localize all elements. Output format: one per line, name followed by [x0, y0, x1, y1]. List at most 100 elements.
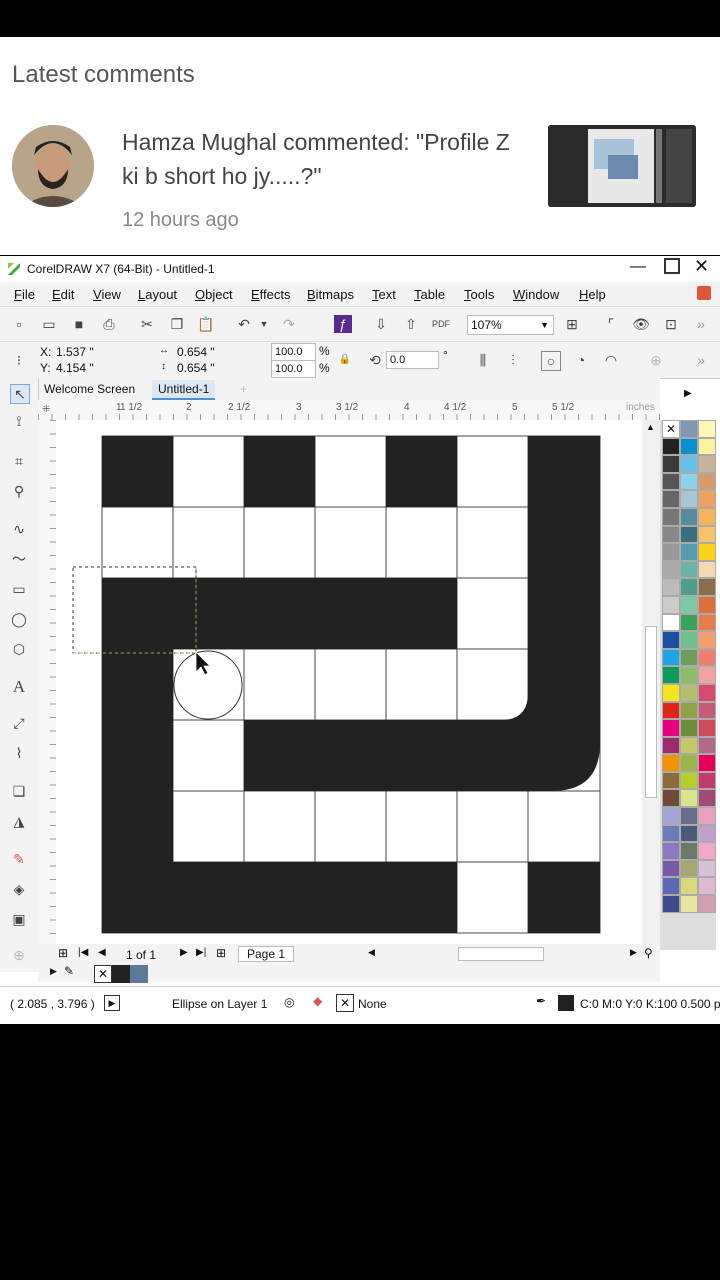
- transparency-tool-icon[interactable]: ◮: [10, 812, 28, 830]
- color-swatch[interactable]: [698, 824, 716, 843]
- color-swatch[interactable]: [698, 683, 716, 702]
- menu-edit[interactable]: Edit: [52, 287, 74, 302]
- color-swatch[interactable]: [680, 771, 698, 790]
- color-swatch[interactable]: [680, 490, 698, 508]
- color-swatch[interactable]: [698, 736, 716, 755]
- drop-shadow-icon[interactable]: ❏: [10, 782, 28, 800]
- undo-icon[interactable]: ↶: [235, 315, 253, 333]
- minimize-button[interactable]: —: [630, 258, 646, 276]
- import-icon[interactable]: ⇩: [372, 315, 390, 333]
- new-document-icon[interactable]: ▫: [10, 315, 28, 333]
- color-swatch[interactable]: [680, 420, 698, 438]
- menu-window[interactable]: Window: [513, 287, 559, 302]
- x-position-field[interactable]: 1.537 ": [56, 345, 94, 359]
- next-page-icon[interactable]: ▶: [180, 947, 188, 958]
- color-swatch[interactable]: [662, 472, 680, 491]
- menu-tools[interactable]: Tools: [464, 287, 494, 302]
- add-page-icon[interactable]: ⊞: [58, 946, 68, 960]
- export-icon[interactable]: ⇧: [402, 315, 420, 333]
- scale-height-field[interactable]: 100.0: [271, 360, 316, 378]
- show-rulers-icon[interactable]: ⌜: [602, 315, 620, 333]
- color-swatch[interactable]: [662, 895, 680, 913]
- color-swatch[interactable]: [680, 648, 698, 667]
- toolbar-overflow-icon[interactable]: »: [692, 351, 710, 369]
- polygon-tool-icon[interactable]: ⬡: [10, 640, 28, 658]
- color-swatch[interactable]: [680, 842, 698, 860]
- full-screen-preview-icon[interactable]: ⊞: [563, 315, 581, 333]
- zoom-tool-icon[interactable]: ⚲: [10, 482, 28, 500]
- color-swatch[interactable]: [662, 507, 680, 526]
- color-swatch[interactable]: [698, 578, 716, 596]
- color-swatch[interactable]: [680, 666, 698, 684]
- collapse-arrow-icon[interactable]: ▶: [684, 388, 692, 399]
- close-button[interactable]: ✕: [694, 256, 709, 277]
- menu-view[interactable]: View: [93, 287, 121, 302]
- color-swatch[interactable]: [698, 525, 716, 544]
- menu-file[interactable]: File: [14, 287, 35, 302]
- color-swatch[interactable]: [698, 543, 716, 561]
- menu-object[interactable]: Object: [195, 287, 233, 302]
- color-swatch[interactable]: [698, 771, 716, 790]
- slate-swatch[interactable]: [130, 965, 148, 983]
- color-swatch[interactable]: [662, 736, 680, 755]
- color-swatch[interactable]: [662, 683, 680, 702]
- arc-mode-icon[interactable]: ◠: [602, 351, 620, 369]
- no-color-swatch[interactable]: ✕: [662, 420, 680, 438]
- no-color-swatch[interactable]: ✕: [94, 965, 112, 983]
- color-swatch[interactable]: [698, 701, 716, 720]
- maximize-button[interactable]: [664, 258, 680, 274]
- color-swatch[interactable]: [662, 877, 680, 896]
- y-position-field[interactable]: 4.154 ": [56, 361, 94, 375]
- mirror-vertical-icon[interactable]: ⫶: [504, 351, 522, 369]
- scroll-up-icon[interactable]: ▲: [646, 422, 655, 432]
- width-field[interactable]: 0.654 ": [177, 345, 215, 359]
- copy-icon[interactable]: ❐: [168, 315, 186, 333]
- open-icon[interactable]: ▭: [40, 315, 58, 333]
- color-swatch[interactable]: [698, 666, 716, 684]
- comment-text[interactable]: Hamza Mughal commented: "Profile Z ki b …: [122, 125, 522, 193]
- color-swatch[interactable]: [698, 648, 716, 667]
- color-swatch[interactable]: [698, 754, 716, 772]
- color-swatch[interactable]: [698, 437, 716, 456]
- add-preset-icon[interactable]: ⊕: [647, 351, 665, 369]
- color-swatch[interactable]: [680, 507, 698, 526]
- color-swatch[interactable]: [662, 578, 680, 596]
- snap-icon[interactable]: ⊡: [662, 315, 680, 333]
- color-swatch[interactable]: [662, 859, 680, 878]
- interactive-fill-icon[interactable]: ◈: [10, 880, 28, 898]
- vertical-ruler[interactable]: [38, 420, 57, 944]
- prev-page-icon[interactable]: ◀: [98, 947, 106, 958]
- color-swatch[interactable]: [662, 789, 680, 808]
- color-swatch[interactable]: [662, 595, 680, 614]
- zoom-navigator-icon[interactable]: ⚲: [644, 946, 653, 960]
- color-swatch[interactable]: [662, 807, 680, 825]
- color-swatch[interactable]: [680, 736, 698, 755]
- parallel-dimension-icon[interactable]: ⤢: [10, 714, 28, 732]
- page-tab[interactable]: Page 1: [238, 946, 295, 962]
- color-swatch[interactable]: [680, 560, 698, 579]
- rectangle-tool-icon[interactable]: ▭: [10, 580, 28, 598]
- color-swatch[interactable]: [680, 525, 698, 544]
- horizontal-ruler[interactable]: ⁜ 1 1 1/2 1 1/2 2 2 1/2 3 3 1/2 4 4 1/2 …: [38, 400, 660, 421]
- scroll-thumb[interactable]: [645, 626, 657, 798]
- tab-untitled-1[interactable]: Untitled-1: [152, 380, 216, 400]
- color-swatch[interactable]: [662, 824, 680, 843]
- color-swatch[interactable]: [680, 754, 698, 772]
- add-tool-icon[interactable]: ⊕: [10, 946, 28, 964]
- eyedropper-tool-icon[interactable]: ✎: [10, 850, 28, 868]
- drawing-canvas[interactable]: [56, 420, 642, 944]
- rotate-icon[interactable]: ⟲: [366, 351, 384, 369]
- black-swatch[interactable]: [112, 965, 130, 983]
- color-swatch[interactable]: [680, 895, 698, 913]
- color-swatch[interactable]: [698, 420, 716, 438]
- menu-table[interactable]: Table: [414, 287, 445, 302]
- add-tab-icon[interactable]: +: [234, 380, 253, 398]
- video-thumbnail[interactable]: [548, 125, 696, 207]
- color-swatch[interactable]: [662, 543, 680, 561]
- user-icon[interactable]: [697, 286, 711, 300]
- avatar[interactable]: [12, 125, 94, 207]
- search-content-icon[interactable]: ƒ: [334, 315, 352, 333]
- freehand-tool-icon[interactable]: ∿: [10, 520, 28, 538]
- outline-pen-icon[interactable]: ✒: [536, 994, 546, 1008]
- scroll-left-icon[interactable]: ◀: [368, 947, 375, 958]
